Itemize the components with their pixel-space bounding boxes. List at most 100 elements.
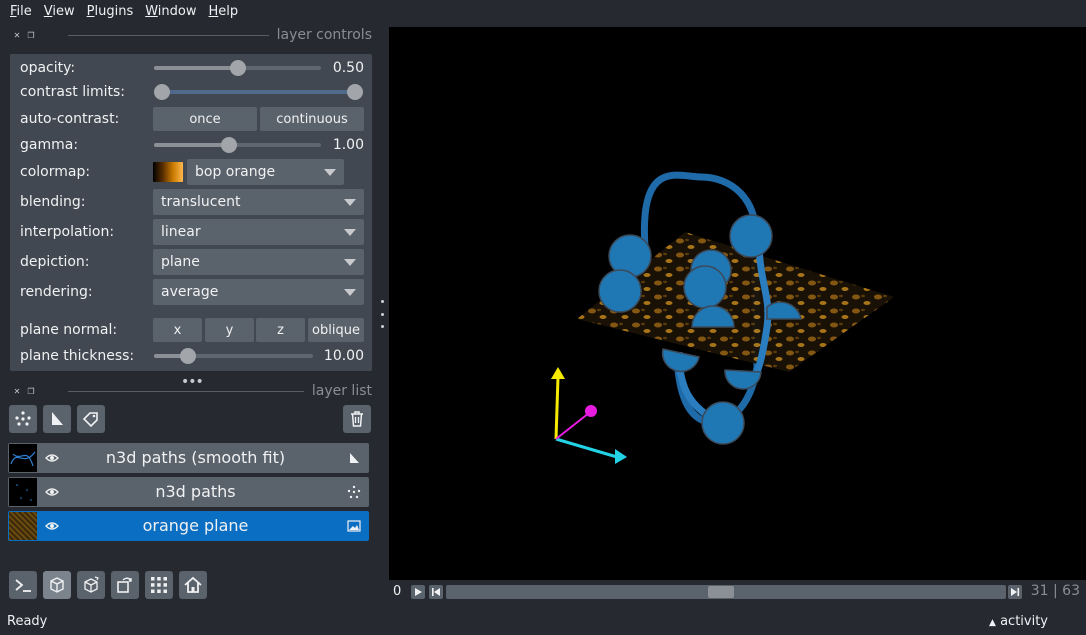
depiction-row: depiction: plane xyxy=(10,249,372,275)
terminal-icon xyxy=(15,579,31,592)
blending-dropdown[interactable]: translucent xyxy=(153,189,364,215)
new-points-layer-button[interactable] xyxy=(9,405,37,433)
activity-label: activity xyxy=(1000,614,1048,629)
gamma-slider-handle[interactable] xyxy=(221,137,237,153)
blending-value: translucent xyxy=(161,194,241,210)
depiction-value: plane xyxy=(161,254,200,270)
image-icon xyxy=(347,519,361,533)
chevron-down-icon xyxy=(344,199,356,206)
delete-layer-button[interactable] xyxy=(343,405,371,433)
auto-contrast-continuous-button[interactable]: continuous xyxy=(260,107,364,131)
trash-icon xyxy=(351,411,363,427)
status-bar: Ready ▲ activity xyxy=(0,610,1086,635)
opacity-label: opacity: xyxy=(20,60,76,76)
menu-window[interactable]: Window xyxy=(139,0,202,24)
contrast-limits-slider[interactable] xyxy=(154,84,363,100)
dock-close-icon[interactable]: ✕ xyxy=(10,31,24,40)
points-icon xyxy=(15,411,31,426)
plane-thickness-slider-handle[interactable] xyxy=(180,348,196,364)
opacity-slider[interactable] xyxy=(154,60,321,76)
contrast-high-handle[interactable] xyxy=(347,84,363,100)
auto-contrast-once-button[interactable]: once xyxy=(153,107,257,131)
roll-cube-icon xyxy=(84,576,99,593)
dims-frame-counter: 31 | 63 xyxy=(1030,583,1080,599)
layer-row-smooth-paths[interactable]: n3d paths (smooth fit) xyxy=(8,443,369,473)
colormap-preview xyxy=(153,162,183,182)
gamma-value: 1.00 xyxy=(332,137,364,153)
transpose-icon xyxy=(117,577,132,593)
gamma-slider[interactable] xyxy=(154,137,321,153)
console-button[interactable] xyxy=(9,571,37,599)
dims-current: 31 xyxy=(1030,583,1049,599)
caret-up-icon: ▲ xyxy=(989,618,996,628)
opacity-slider-handle[interactable] xyxy=(230,60,246,76)
menu-plugins[interactable]: Plugins xyxy=(81,0,140,24)
colormap-value: bop orange xyxy=(195,164,276,180)
new-labels-layer-button[interactable] xyxy=(77,405,105,433)
layer-name: n3d paths (smooth fit) xyxy=(105,448,286,467)
axes-gizmo xyxy=(551,367,627,464)
activity-button[interactable]: ▲ activity xyxy=(989,614,1048,629)
rendering-value: average xyxy=(161,284,219,300)
step-back-button[interactable] xyxy=(429,585,443,599)
auto-contrast-label: auto-contrast: xyxy=(20,111,120,127)
new-shapes-layer-button[interactable] xyxy=(43,405,71,433)
step-forward-icon xyxy=(1011,588,1020,596)
dims-total: 63 xyxy=(1062,583,1080,599)
rendering-label: rendering: xyxy=(20,284,93,300)
viewer-canvas[interactable] xyxy=(389,27,1086,580)
points-icon xyxy=(347,485,361,499)
plane-normal-row: plane normal: x y z oblique xyxy=(10,318,372,342)
plane-thickness-label: plane thickness: xyxy=(20,348,135,364)
chevron-down-icon xyxy=(344,289,356,296)
plane-normal-oblique-button[interactable]: oblique xyxy=(308,318,364,342)
menu-file[interactable]: File xyxy=(4,0,38,24)
dock-float-icon[interactable]: ❐ xyxy=(24,31,38,40)
grid-view-button[interactable] xyxy=(145,571,173,599)
cube-3d-icon xyxy=(50,577,64,593)
interpolation-dropdown[interactable]: linear xyxy=(153,219,364,245)
dims-slider-track[interactable] xyxy=(446,585,1006,599)
layer-list-header: ✕ ❐ layer list xyxy=(10,383,372,399)
rendering-dropdown[interactable]: average xyxy=(153,279,364,305)
opacity-slider-fill xyxy=(154,66,238,70)
depiction-dropdown[interactable]: plane xyxy=(153,249,364,275)
toggle-ndisplay-button[interactable] xyxy=(43,571,71,599)
roll-dims-button[interactable] xyxy=(77,571,105,599)
menu-help[interactable]: Help xyxy=(203,0,245,24)
plane-normal-y-button[interactable]: y xyxy=(205,318,254,342)
chevron-down-icon xyxy=(344,259,356,266)
dims-slider-thumb[interactable] xyxy=(708,586,734,598)
blending-label: blending: xyxy=(20,194,86,210)
grid-icon xyxy=(151,577,167,593)
home-button[interactable] xyxy=(179,571,207,599)
plane-thickness-slider[interactable] xyxy=(154,348,313,364)
contrast-low-handle[interactable] xyxy=(154,84,170,100)
play-button[interactable] xyxy=(411,585,425,599)
opacity-value: 0.50 xyxy=(332,60,364,76)
plane-normal-z-button[interactable]: z xyxy=(256,318,305,342)
rendering-row: rendering: average xyxy=(10,279,372,305)
layer-name: orange plane xyxy=(142,516,249,535)
colormap-dropdown[interactable]: bop orange xyxy=(187,159,344,185)
vertical-splitter-handle[interactable] xyxy=(378,300,386,328)
layer-row-paths[interactable]: n3d paths xyxy=(8,477,369,507)
layer-controls-panel: opacity: 0.50 contrast limits: auto-cont… xyxy=(10,54,372,371)
step-forward-button[interactable] xyxy=(1008,585,1022,599)
plane-normal-x-button[interactable]: x xyxy=(153,318,202,342)
menu-view[interactable]: View xyxy=(38,0,81,24)
step-back-icon xyxy=(432,588,440,596)
dock-float-icon[interactable]: ❐ xyxy=(24,387,38,396)
layer-thumbnail xyxy=(9,444,37,472)
dims-slider-bar: 0 31 | 63 xyxy=(389,582,1086,602)
header-divider xyxy=(68,34,269,36)
transpose-dims-button[interactable] xyxy=(111,571,139,599)
layer-thumbnail xyxy=(9,512,37,540)
layer-row-orange-plane[interactable]: orange plane xyxy=(8,511,369,541)
menu-bar: File View Plugins Window Help xyxy=(0,0,1086,24)
dock-close-icon[interactable]: ✕ xyxy=(10,387,24,396)
status-text: Ready xyxy=(7,614,48,629)
colormap-label: colormap: xyxy=(20,164,91,180)
dims-axis-index: 0 xyxy=(393,584,402,599)
contrast-limits-row: contrast limits: xyxy=(10,80,372,104)
